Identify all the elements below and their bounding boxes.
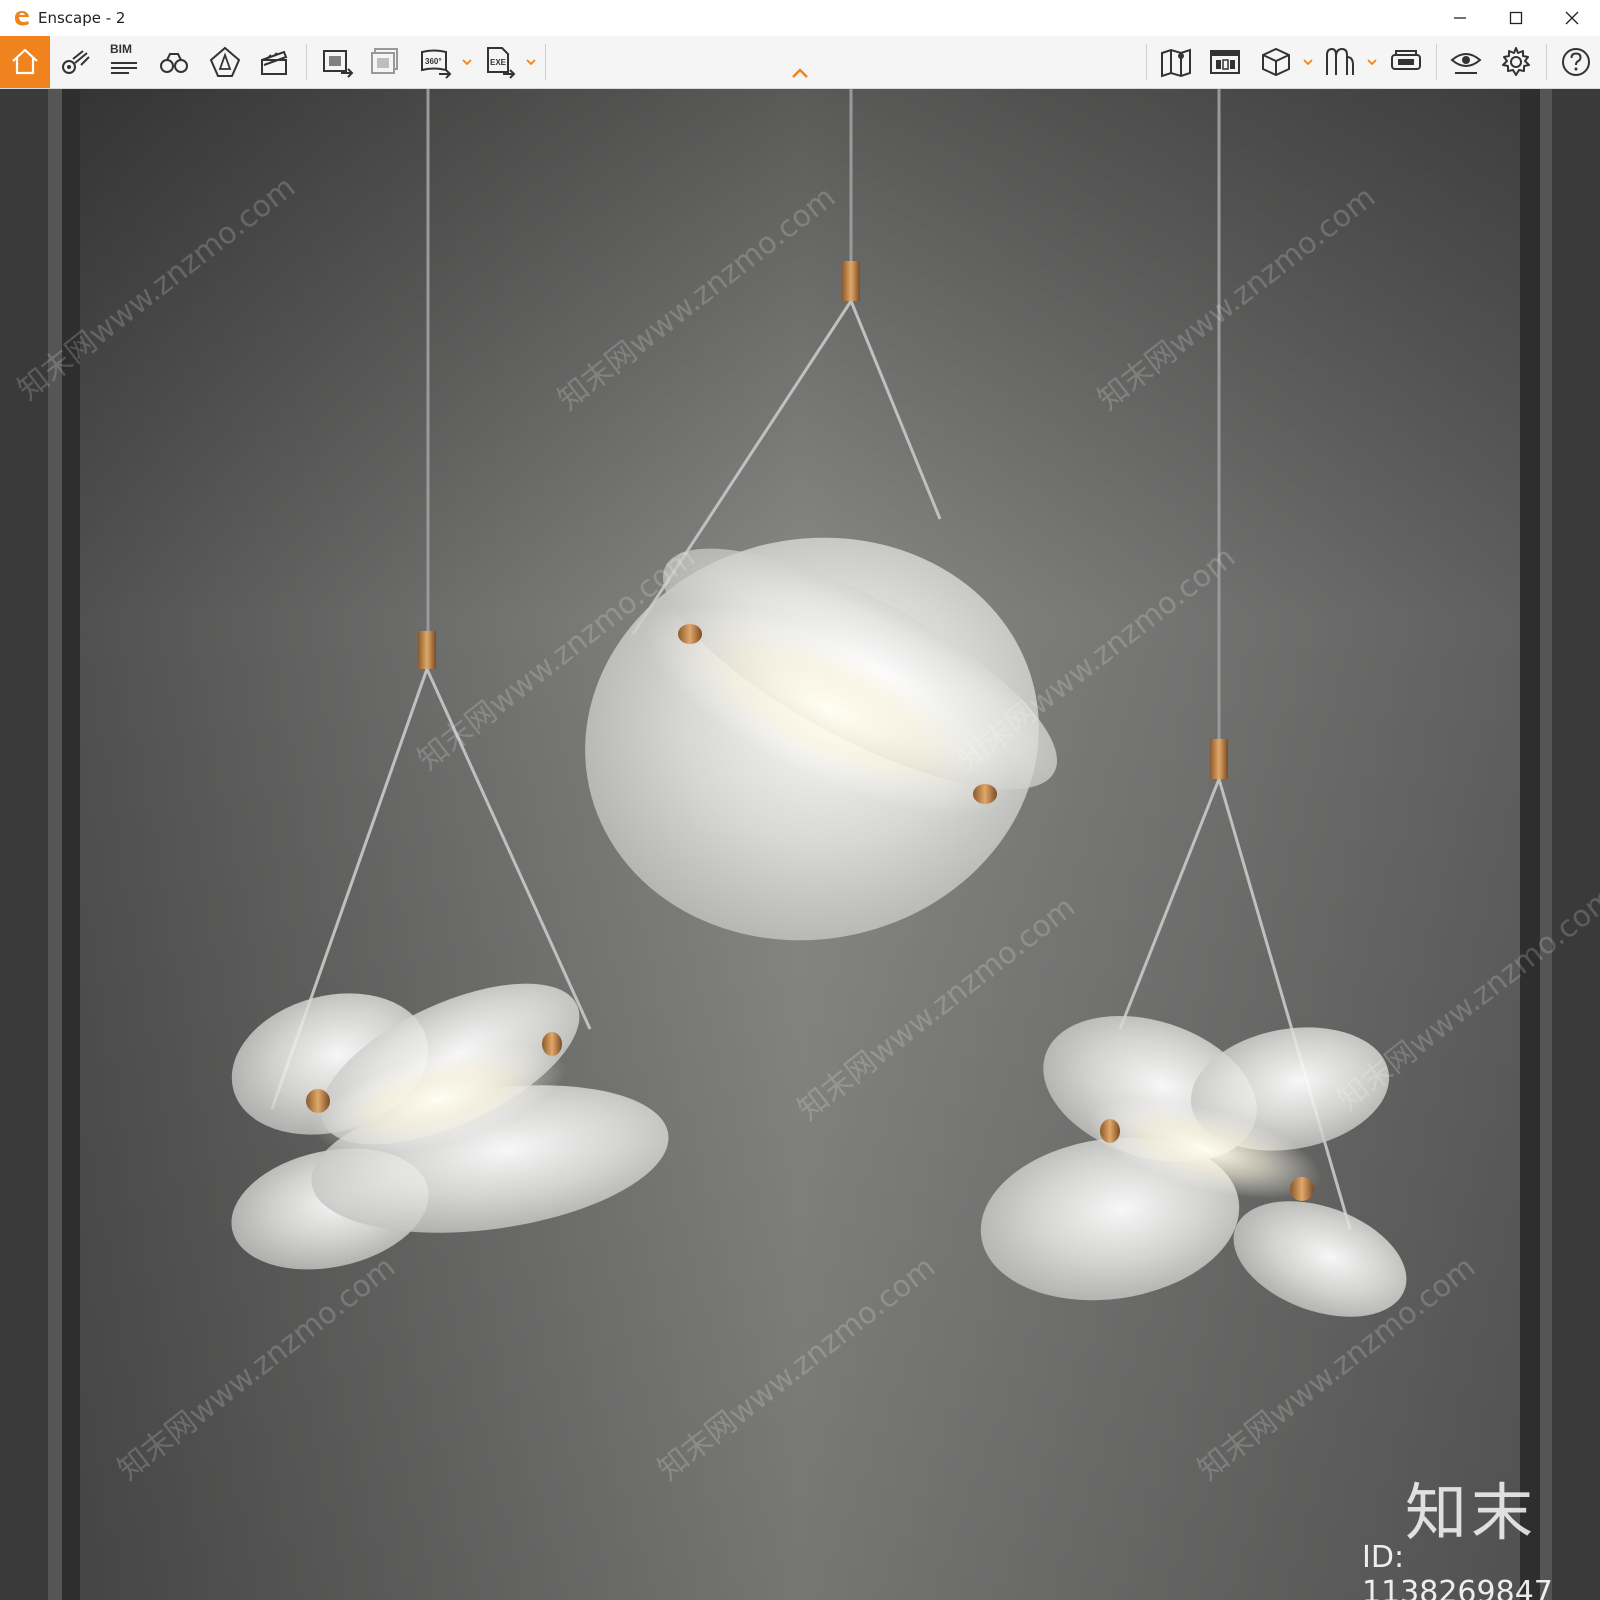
vr-headset-icon — [1391, 50, 1421, 70]
settings-button[interactable] — [1496, 42, 1536, 82]
brand-mark: 知末 — [1405, 1476, 1538, 1549]
help-button[interactable] — [1556, 42, 1596, 82]
binoculars-button[interactable] — [154, 42, 194, 82]
video-editor-button[interactable] — [254, 42, 294, 82]
material-dropdown-chevron-icon[interactable] — [1302, 56, 1314, 68]
left-frame-moulding — [0, 89, 48, 1600]
maximize-icon — [1509, 11, 1523, 25]
enscape-logo-icon — [15, 11, 29, 26]
material-editor-button[interactable] — [1256, 42, 1296, 82]
sketch-dropdown-chevron-icon[interactable] — [1366, 56, 1378, 68]
home-button[interactable] — [0, 36, 50, 88]
window-title: Enscape - 2 — [38, 9, 126, 27]
export-exe-icon: EXE — [487, 47, 516, 79]
toolbar-separator — [306, 44, 307, 80]
title-bar: Enscape - 2 — [0, 0, 1600, 36]
toolbar-separator — [1146, 44, 1147, 80]
render-viewport[interactable]: 知末网www.znzmo.com 知末网www.znzmo.com 知末网www… — [0, 89, 1600, 1600]
home-icon — [12, 48, 38, 75]
minimize-button[interactable] — [1432, 0, 1488, 36]
map-button[interactable] — [1156, 42, 1196, 82]
maximize-button[interactable] — [1488, 0, 1544, 36]
right-frame-edge — [1540, 89, 1552, 1600]
toolbar-separator — [545, 44, 546, 80]
export-exe-button[interactable]: EXE — [480, 42, 520, 82]
sketch-button[interactable] — [1320, 42, 1360, 82]
collapse-toolbar-chevron-icon[interactable] — [790, 66, 810, 80]
exe-label: EXE — [490, 58, 507, 67]
close-icon — [1565, 11, 1579, 25]
render-screenshot-icon — [323, 50, 354, 78]
asset-library-button[interactable] — [1205, 42, 1245, 82]
sketch-icon — [1326, 47, 1354, 75]
views-icon — [62, 50, 90, 74]
close-button[interactable] — [1544, 0, 1600, 36]
video-editor-icon — [261, 50, 288, 75]
vr-headset-button[interactable] — [1386, 42, 1426, 82]
asset-library-icon — [1210, 50, 1240, 74]
enscape-toolbar: BIM 360° EXE — [0, 36, 1600, 89]
binoculars-icon — [160, 53, 188, 73]
left-frame-inner — [62, 89, 80, 1600]
views-button[interactable] — [56, 42, 96, 82]
batch-render-icon — [371, 48, 398, 74]
window-controls — [1432, 0, 1600, 36]
help-icon — [1562, 48, 1590, 76]
material-editor-icon — [1262, 47, 1290, 77]
image-id-label: ID: 1138269847 — [1362, 1540, 1553, 1600]
panorama-label: 360° — [425, 57, 442, 66]
minimize-icon — [1454, 17, 1466, 19]
left-frame-edge — [48, 89, 62, 1600]
panorama-dropdown-chevron-icon[interactable] — [461, 56, 473, 68]
visual-settings-icon — [1450, 53, 1482, 74]
right-frame-inner — [1520, 89, 1540, 1600]
batch-render-button[interactable] — [366, 42, 406, 82]
right-frame-moulding — [1552, 89, 1600, 1600]
perspective-icon — [209, 46, 241, 77]
toolbar-separator — [1546, 44, 1547, 80]
panorama-360-icon: 360° — [421, 49, 452, 79]
perspective-button[interactable] — [205, 42, 245, 82]
bim-label: BIM — [110, 42, 132, 56]
visual-settings-button[interactable] — [1446, 42, 1486, 82]
render-screenshot-button[interactable] — [318, 42, 358, 82]
enscape-window: Enscape - 2 BIM 360° EXE 知末网www.znzmo.co… — [0, 0, 1600, 1600]
map-icon — [1161, 48, 1191, 78]
export-dropdown-chevron-icon[interactable] — [525, 56, 537, 68]
panorama-360-button[interactable]: 360° — [416, 42, 456, 82]
settings-icon — [1502, 47, 1530, 76]
toolbar-separator — [1436, 44, 1437, 80]
